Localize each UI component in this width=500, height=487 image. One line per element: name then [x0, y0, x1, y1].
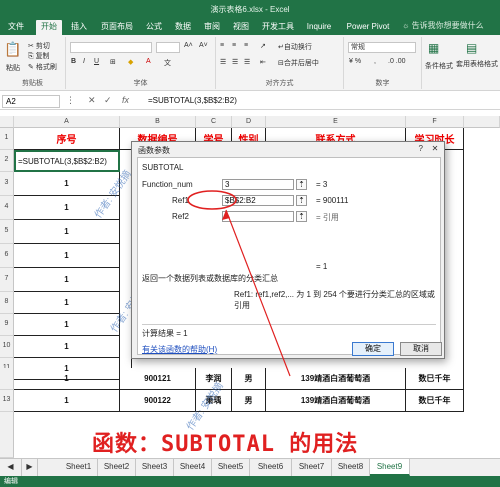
sheet-tab-7[interactable]: Sheet7 — [292, 459, 332, 476]
sheet-tab-5[interactable]: Sheet5 — [212, 459, 250, 476]
annotation-overlay — [187, 190, 291, 377]
sheet-tabs-bar: ◀ ▶ Sheet1 Sheet2 Sheet3 Sheet4 Sheet5 S… — [0, 458, 500, 476]
annotation-ellipse — [187, 190, 237, 210]
sheet-nav-next-icon[interactable]: ▶ — [22, 459, 38, 476]
status-bar: 编辑 — [0, 476, 500, 487]
sheet-tab-6[interactable]: Sheet6 — [250, 459, 292, 476]
sheet-tab-2[interactable]: Sheet2 — [98, 459, 136, 476]
sheet-tab-8[interactable]: Sheet8 — [332, 459, 370, 476]
sheet-tab-3[interactable]: Sheet3 — [136, 459, 174, 476]
sheet-nav-prev-icon[interactable]: ◀ — [0, 459, 22, 476]
sheet-tab-1[interactable]: Sheet1 — [60, 459, 98, 476]
annotation-arrow-line — [225, 209, 291, 377]
sheet-tab-4[interactable]: Sheet4 — [174, 459, 212, 476]
sheet-tab-9[interactable]: Sheet9 — [370, 459, 410, 476]
status-mode: 编辑 — [4, 478, 18, 485]
